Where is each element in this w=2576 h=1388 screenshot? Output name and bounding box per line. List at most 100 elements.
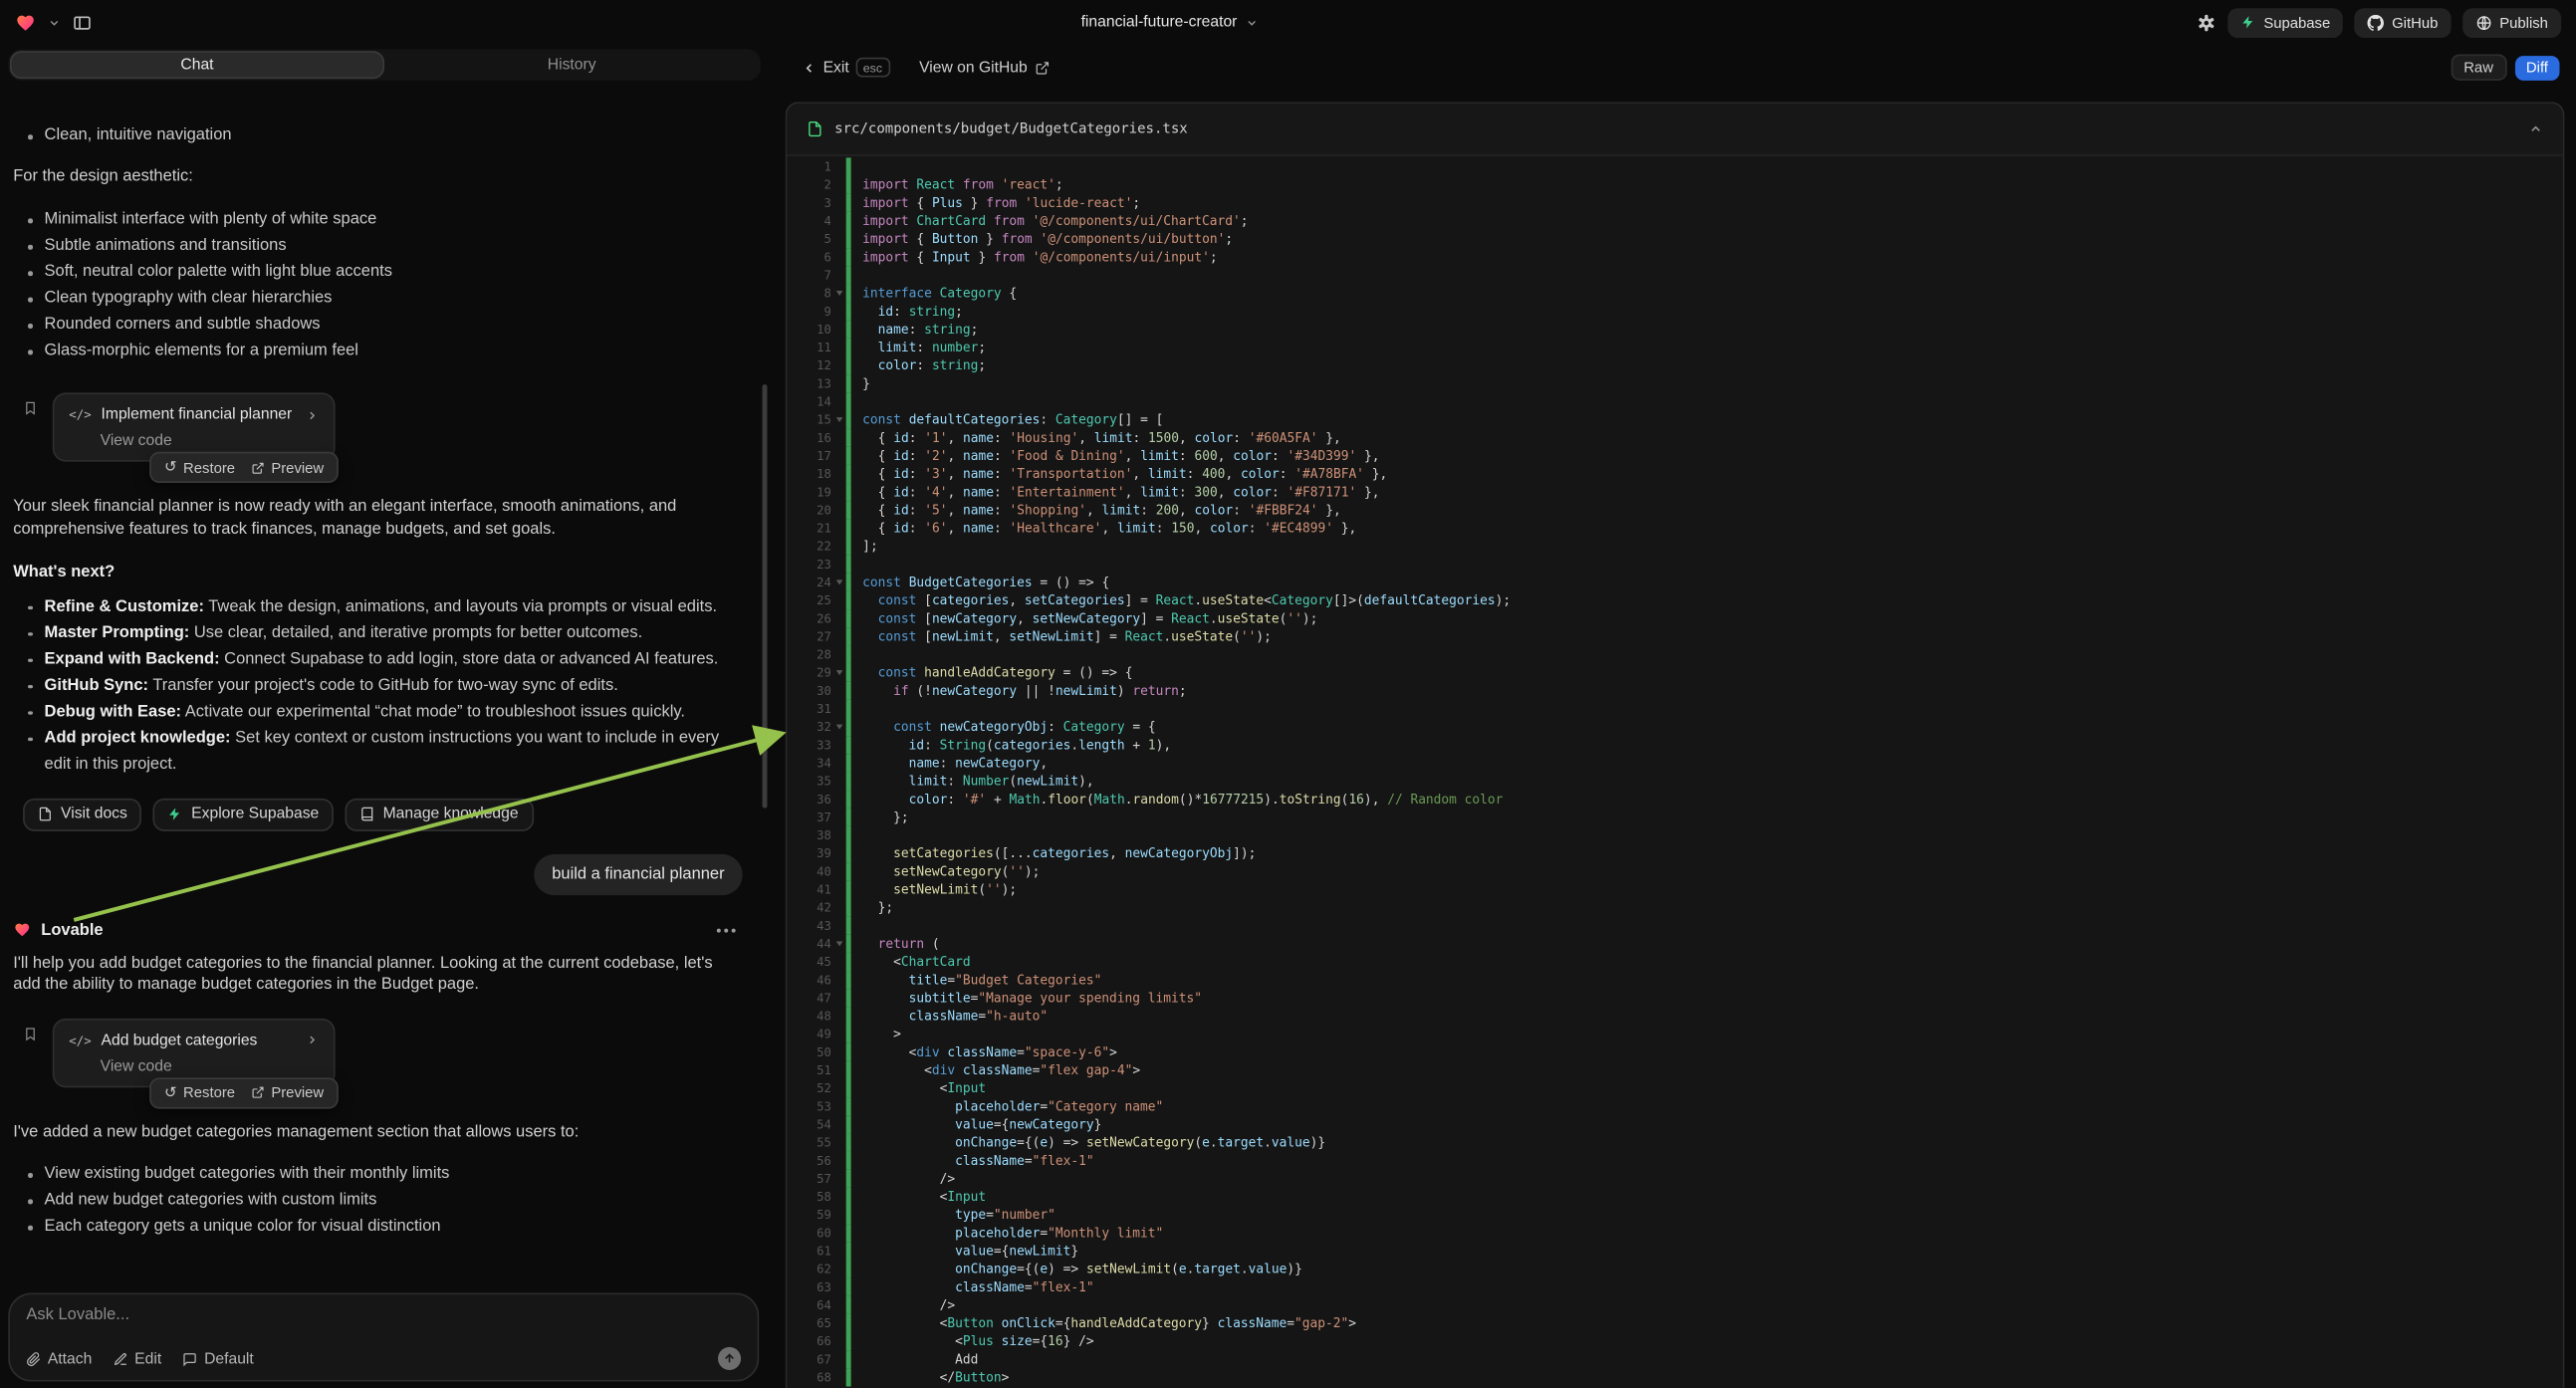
line-number: 28 xyxy=(787,645,831,663)
line-number: 46 xyxy=(787,971,831,989)
publish-button[interactable]: Publish xyxy=(2462,7,2561,37)
list-item: Expand with Backend: Connect Supabase to… xyxy=(13,646,743,672)
edit-mode-button[interactable]: Edit xyxy=(114,1349,161,1367)
gutter-spacer xyxy=(831,501,846,519)
line-number: 41 xyxy=(787,880,831,898)
line-number: 58 xyxy=(787,1188,831,1206)
supabase-icon xyxy=(2241,15,2256,30)
chevron-up-icon[interactable] xyxy=(2528,121,2543,136)
explore-supabase-button[interactable]: Explore Supabase xyxy=(153,798,334,830)
list-item: Add project knowledge: Set key context o… xyxy=(13,725,743,778)
view-code-link[interactable]: View code xyxy=(101,1057,319,1075)
code-text: onChange={(e) => setNewLimit(e.target.va… xyxy=(851,1260,1302,1277)
send-button[interactable] xyxy=(718,1347,741,1370)
code-line: 12 color: string; xyxy=(787,356,2563,374)
line-number: 5 xyxy=(787,230,831,248)
settings-gear-icon[interactable] xyxy=(2198,12,2218,32)
chat-input[interactable] xyxy=(26,1306,741,1324)
gutter-spacer xyxy=(831,1152,846,1170)
line-number: 16 xyxy=(787,429,831,447)
chevron-left-icon xyxy=(802,60,817,75)
gutter-spacer xyxy=(831,556,846,574)
list-item: Soft, neutral color palette with light b… xyxy=(13,260,743,286)
version-card-title: Add budget categories xyxy=(102,1031,296,1048)
gutter-spacer xyxy=(831,1079,846,1097)
attach-button[interactable]: Attach xyxy=(26,1349,92,1367)
tab-chat[interactable]: Chat xyxy=(10,51,384,79)
file-header[interactable]: src/components/budget/BudgetCategories.t… xyxy=(787,104,2563,156)
fold-chevron-icon xyxy=(831,935,846,953)
version-actions-popover: ↺ Restore Preview xyxy=(149,452,339,483)
line-number: 35 xyxy=(787,772,831,790)
code-line: 67 Add xyxy=(787,1350,2563,1368)
code-line: 37 }; xyxy=(787,809,2563,826)
manage-knowledge-button[interactable]: Manage knowledge xyxy=(346,798,534,830)
lovable-logo-heart-icon[interactable] xyxy=(15,12,36,32)
gutter-spacer xyxy=(831,736,846,754)
raw-toggle-button[interactable]: Raw xyxy=(2451,54,2506,80)
version-card-add-budget-categories[interactable]: </> Add budget categories View code xyxy=(53,1018,336,1086)
line-number: 3 xyxy=(787,194,831,212)
code-text: import React from 'react'; xyxy=(851,176,1063,194)
view-on-github-link[interactable]: View on GitHub xyxy=(919,59,1051,77)
diff-toggle-button[interactable]: Diff xyxy=(2514,55,2559,80)
gutter-spacer xyxy=(831,700,846,718)
code-text: className="flex-1" xyxy=(851,1278,1094,1296)
visit-docs-button[interactable]: Visit docs xyxy=(23,798,142,830)
gutter-spacer xyxy=(831,791,846,809)
supabase-button[interactable]: Supabase xyxy=(2228,7,2344,37)
globe-icon xyxy=(2475,14,2491,30)
toggle-sidebar-icon[interactable] xyxy=(73,12,93,32)
line-number: 36 xyxy=(787,791,831,809)
document-icon xyxy=(38,807,53,821)
code-text: }; xyxy=(851,898,894,916)
chat-mode-selector[interactable]: Default xyxy=(183,1349,254,1367)
project-switcher[interactable]: financial-future-creator xyxy=(1081,13,1259,31)
gutter-spacer xyxy=(831,248,846,266)
list-item: Minimalist interface with plenty of whit… xyxy=(13,207,743,233)
code-text: setNewLimit(''); xyxy=(851,880,1018,898)
chat-scrollbar-thumb[interactable] xyxy=(763,384,768,809)
gutter-spacer xyxy=(831,429,846,447)
gutter-spacer xyxy=(831,645,846,663)
bookmark-icon[interactable] xyxy=(23,1018,38,1086)
line-number: 68 xyxy=(787,1368,831,1386)
code-line: 58 <Input xyxy=(787,1188,2563,1206)
code-text: }; xyxy=(851,809,909,826)
preview-button[interactable]: Preview xyxy=(252,459,325,475)
code-line: 22]; xyxy=(787,538,2563,556)
line-number: 66 xyxy=(787,1332,831,1350)
chevron-down-icon[interactable] xyxy=(48,16,61,29)
code-line: 42 }; xyxy=(787,898,2563,916)
code-editor-content[interactable]: 12import React from 'react';3import { Pl… xyxy=(787,156,2563,1388)
code-text: color: '#' + Math.floor(Math.random()*16… xyxy=(851,791,1504,809)
restore-button[interactable]: ↺ Restore xyxy=(164,458,235,476)
chat-messages[interactable]: Clean, intuitive navigation For the desi… xyxy=(0,119,759,1289)
bookmark-icon[interactable] xyxy=(23,392,38,461)
tab-history[interactable]: History xyxy=(384,51,759,79)
code-line: 18 { id: '3', name: 'Transportation', li… xyxy=(787,465,2563,483)
restore-button[interactable]: ↺ Restore xyxy=(164,1083,235,1101)
code-line: 56 className="flex-1" xyxy=(787,1152,2563,1170)
external-link-icon xyxy=(252,461,265,474)
code-line: 35 limit: Number(newLimit), xyxy=(787,772,2563,790)
pencil-icon xyxy=(114,1351,128,1366)
exit-button[interactable]: Exit esc xyxy=(802,58,889,78)
line-number: 7 xyxy=(787,266,831,284)
view-code-link[interactable]: View code xyxy=(101,432,319,450)
preview-button[interactable]: Preview xyxy=(252,1084,325,1100)
line-number: 62 xyxy=(787,1260,831,1277)
chevron-right-icon xyxy=(306,1034,319,1046)
assistant-sender-row: Lovable xyxy=(13,921,743,939)
line-number: 13 xyxy=(787,374,831,392)
github-button[interactable]: GitHub xyxy=(2355,7,2452,37)
gutter-spacer xyxy=(831,374,846,392)
gutter-spacer xyxy=(831,754,846,772)
gutter-spacer xyxy=(831,230,846,248)
code-text: <Input xyxy=(851,1079,987,1097)
user-message-bubble: build a financial planner xyxy=(534,853,743,894)
gutter-spacer xyxy=(831,826,846,844)
project-name: financial-future-creator xyxy=(1081,13,1238,31)
message-menu-icon[interactable] xyxy=(716,927,736,932)
line-number: 55 xyxy=(787,1133,831,1151)
